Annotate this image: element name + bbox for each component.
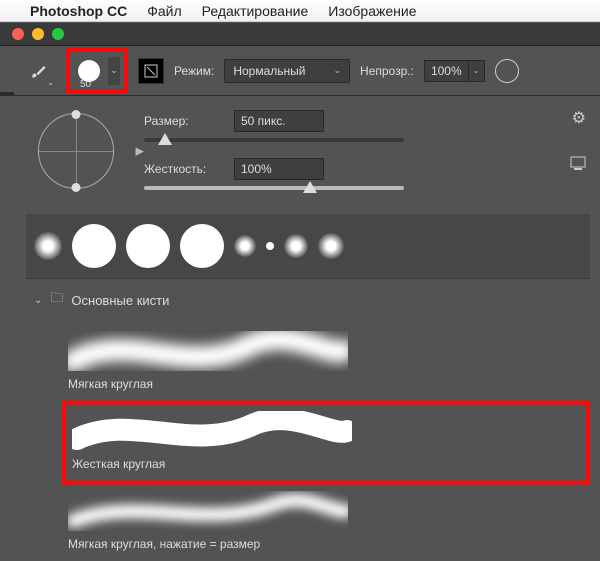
opacity-label: Непрозр.: — [360, 64, 414, 78]
new-preset-icon[interactable] — [570, 156, 586, 173]
brush-angle-control[interactable]: ▶ — [26, 106, 126, 196]
menu-edit[interactable]: Редактирование — [202, 3, 309, 19]
brush-tool-icon[interactable]: ⌄ — [22, 54, 56, 88]
tool-options-bar: ⌄ 50 ⌄ Режим: Нормальный ⌄ Непрозр.: 100… — [0, 46, 600, 96]
blend-mode-value: Нормальный — [233, 64, 305, 78]
brush-preset-thumb[interactable] — [234, 235, 256, 257]
hardness-slider[interactable] — [144, 186, 404, 190]
app-name[interactable]: Photoshop CC — [30, 3, 127, 19]
hardness-input[interactable]: 100% — [234, 158, 324, 180]
brush-folder-header[interactable]: ⌄ 🗀 Основные кисти — [26, 278, 590, 321]
folder-icon: 🗀 — [50, 289, 63, 311]
brush-preset-thumb[interactable] — [318, 233, 344, 259]
brush-preset-thumb[interactable] — [266, 242, 274, 250]
chevron-down-icon: ⌄ — [34, 295, 42, 306]
brush-panel-toggle-button[interactable] — [138, 58, 164, 84]
brush-name-label: Жесткая круглая — [72, 457, 580, 471]
gear-icon[interactable]: ⚙ — [572, 108, 586, 128]
brush-preset-picker[interactable]: 50 ⌄ — [66, 48, 128, 94]
brush-size-value: 50 — [80, 79, 91, 90]
window-minimize-button[interactable] — [32, 28, 44, 40]
chevron-down-icon[interactable]: ⌄ — [47, 78, 54, 87]
brush-item-soft-round[interactable]: Мягкая круглая — [62, 325, 590, 401]
menu-file[interactable]: Файл — [147, 3, 181, 19]
mode-label: Режим: — [174, 64, 214, 78]
brush-settings-panel: ⚙ ▶ Размер: 50 пикс. Жесткость: 100% — [0, 96, 600, 561]
size-slider[interactable] — [144, 138, 404, 142]
brush-folder-name: Основные кисти — [71, 293, 169, 308]
brush-preset-strip — [26, 214, 590, 278]
window-titlebar — [0, 22, 600, 46]
brush-item-hard-round[interactable]: Жесткая круглая — [62, 401, 590, 485]
chevron-down-icon[interactable]: ⌄ — [108, 57, 120, 85]
chevron-down-icon: ⌄ — [334, 65, 342, 76]
blend-mode-select[interactable]: Нормальный ⌄ — [224, 59, 350, 83]
brush-preset-thumb[interactable] — [180, 224, 224, 268]
window-maximize-button[interactable] — [52, 28, 64, 40]
brush-list: Мягкая круглая Жесткая круглая Мягкая кр… — [26, 321, 590, 561]
pressure-opacity-button[interactable] — [495, 59, 519, 83]
size-input[interactable]: 50 пикс. — [234, 110, 324, 132]
brush-preset-thumb[interactable] — [284, 234, 308, 258]
chevron-down-icon[interactable]: ⌄ — [469, 60, 485, 82]
menu-image[interactable]: Изображение — [328, 3, 416, 19]
brush-preset-thumb[interactable] — [72, 224, 116, 268]
brush-item-soft-round-pressure[interactable]: Мягкая круглая, нажатие = размер — [62, 485, 590, 561]
size-label: Размер: — [144, 114, 222, 128]
window-close-button[interactable] — [12, 28, 24, 40]
brush-preset-thumb[interactable] — [126, 224, 170, 268]
mac-menubar: Photoshop CC Файл Редактирование Изображ… — [0, 0, 600, 22]
brush-name-label: Мягкая круглая, нажатие = размер — [68, 537, 584, 551]
brush-preset-thumb[interactable] — [34, 232, 62, 260]
opacity-value[interactable]: 100% — [424, 60, 469, 82]
flip-arrow-icon[interactable]: ▶ — [136, 145, 144, 158]
brush-name-label: Мягкая круглая — [68, 377, 584, 391]
hardness-label: Жесткость: — [144, 162, 222, 176]
